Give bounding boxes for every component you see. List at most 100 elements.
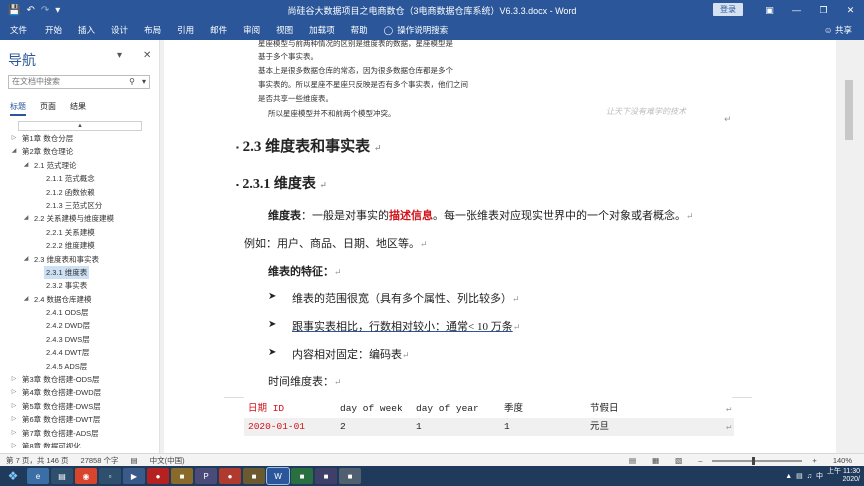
collapse-arrow-icon[interactable]: ◢ bbox=[22, 212, 30, 225]
expand-arrow-icon[interactable]: ▷ bbox=[10, 440, 18, 448]
chrome-icon[interactable]: ◉ bbox=[75, 468, 97, 484]
expand-arrow-icon[interactable]: ▷ bbox=[10, 427, 18, 440]
tab-references[interactable]: 引用 bbox=[169, 20, 202, 40]
app-purple-icon[interactable]: ■ bbox=[315, 468, 337, 484]
nav-tree-item[interactable]: 2.4.1 ODS层 bbox=[0, 306, 160, 319]
zoom-slider-knob[interactable] bbox=[752, 456, 756, 465]
nav-tree-item[interactable]: ◢ 2.4 数据仓库建模 bbox=[0, 293, 160, 306]
nav-tree-item[interactable]: ▷ 第5章 数仓搭建-DWS层 bbox=[0, 400, 160, 413]
minimize-icon[interactable]: — bbox=[783, 0, 810, 20]
login-button[interactable]: 登录 bbox=[713, 3, 743, 16]
nav-tree-item[interactable]: ▷ 第3章 数仓搭建-ODS层 bbox=[0, 373, 160, 386]
scrollbar-thumb[interactable] bbox=[845, 80, 853, 140]
collapse-arrow-icon[interactable]: ◢ bbox=[22, 293, 30, 306]
nav-tree-item[interactable]: 2.4.2 DWD层 bbox=[0, 319, 160, 332]
nav-tree-item[interactable]: 2.2.1 关系建模 bbox=[0, 226, 160, 239]
app-green-icon[interactable]: ■ bbox=[291, 468, 313, 484]
word-count[interactable]: 27858 个字 bbox=[75, 455, 125, 466]
nav-close-icon[interactable]: ✕ bbox=[143, 50, 151, 61]
expand-arrow-icon[interactable]: ▷ bbox=[10, 132, 18, 145]
app-gray-icon[interactable]: ■ bbox=[339, 468, 361, 484]
app-brown-icon[interactable]: ■ bbox=[171, 468, 193, 484]
nav-search-input[interactable]: 在文档中搜索 ⚲ ▾ bbox=[8, 75, 150, 89]
app-yellow-icon[interactable]: ■ bbox=[243, 468, 265, 484]
vertical-scrollbar[interactable] bbox=[836, 40, 864, 453]
zoom-level[interactable]: 140% bbox=[827, 456, 858, 465]
nav-tree-item[interactable]: ◢ 第2章 数仓理论 bbox=[0, 145, 160, 158]
nav-tree-item[interactable]: ◢ 2.3 维度表和事实表 bbox=[0, 253, 160, 266]
proofing-icon[interactable]: ▤ bbox=[124, 456, 143, 465]
word-icon[interactable]: W bbox=[266, 467, 290, 485]
nav-tree-item[interactable]: ▷ 第8章 数据可视化 bbox=[0, 440, 160, 448]
media-icon[interactable]: ▶ bbox=[123, 468, 145, 484]
close-icon[interactable]: ✕ bbox=[837, 0, 864, 20]
tray-expand-icon[interactable]: ▲ bbox=[785, 473, 792, 480]
nav-tree-item[interactable]: ▷ 第4章 数仓搭建-DWD层 bbox=[0, 386, 160, 399]
start-button-icon[interactable]: ❖ bbox=[0, 466, 26, 486]
nav-options-icon[interactable]: ▾ bbox=[117, 50, 122, 61]
tab-mailings[interactable]: 邮件 bbox=[202, 20, 235, 40]
save-icon[interactable]: 💾 bbox=[8, 5, 20, 16]
read-mode-icon[interactable]: ▦ bbox=[646, 456, 665, 465]
language-label[interactable]: 中文(中国) bbox=[144, 455, 191, 466]
scroll-up-icon[interactable]: ▲ bbox=[18, 121, 142, 131]
expand-arrow-icon[interactable]: ▷ bbox=[10, 400, 18, 413]
collapse-arrow-icon[interactable]: ◢ bbox=[22, 253, 30, 266]
zoom-out-icon[interactable]: – bbox=[692, 456, 708, 465]
nav-tree-item[interactable]: ◢ 2.1 范式理论 bbox=[0, 159, 160, 172]
nav-tree-item[interactable]: 2.1.1 范式概念 bbox=[0, 172, 160, 185]
zoom-slider[interactable] bbox=[712, 456, 803, 465]
collapse-arrow-icon[interactable]: ◢ bbox=[10, 145, 18, 158]
tab-results[interactable]: 结果 bbox=[70, 101, 86, 116]
ime-icon[interactable]: 中 bbox=[816, 471, 823, 481]
tab-view[interactable]: 视图 bbox=[268, 20, 301, 40]
tab-addins[interactable]: 加载项 bbox=[301, 20, 343, 40]
nav-tree-item[interactable]: 2.4.3 DWS层 bbox=[0, 333, 160, 346]
app-red-icon[interactable]: ● bbox=[147, 468, 169, 484]
focus-mode-icon[interactable]: ▤ bbox=[623, 456, 642, 465]
nav-tree-item[interactable]: 2.1.2 函数依赖 bbox=[0, 186, 160, 199]
collapse-arrow-icon[interactable]: ◢ bbox=[22, 159, 30, 172]
redo-icon[interactable]: ↷ bbox=[41, 5, 49, 16]
chevron-down-icon[interactable]: ▾ bbox=[142, 76, 146, 88]
undo-icon[interactable]: ↶ bbox=[26, 5, 34, 16]
zoom-in-icon[interactable]: + bbox=[806, 456, 822, 465]
expand-arrow-icon[interactable]: ▷ bbox=[10, 386, 18, 399]
tab-home[interactable]: 开始 bbox=[37, 20, 70, 40]
expand-arrow-icon[interactable]: ▷ bbox=[10, 413, 18, 426]
ie-icon[interactable]: e bbox=[27, 468, 49, 484]
nav-tree-item[interactable]: 2.3.2 事实表 bbox=[0, 279, 160, 292]
nav-tree-item[interactable]: 2.4.5 ADS层 bbox=[0, 360, 160, 373]
tab-insert[interactable]: 插入 bbox=[70, 20, 103, 40]
tab-help[interactable]: 帮助 bbox=[343, 20, 376, 40]
nav-tree-item[interactable]: ▷ 第1章 数仓分层 bbox=[0, 132, 160, 145]
nav-tree-item[interactable]: 2.4.4 DWT层 bbox=[0, 346, 160, 359]
tab-pages[interactable]: 页面 bbox=[40, 101, 56, 116]
ribbon-display-icon[interactable]: ▣ bbox=[756, 0, 783, 20]
tab-file[interactable]: 文件 bbox=[0, 20, 38, 40]
restore-icon[interactable]: ❐ bbox=[810, 0, 837, 20]
tab-layout[interactable]: 布局 bbox=[136, 20, 169, 40]
customize-qat-icon[interactable]: ▾ bbox=[55, 5, 60, 16]
tab-design[interactable]: 设计 bbox=[103, 20, 136, 40]
tell-me-search[interactable]: ◯ 操作说明搜索 bbox=[376, 20, 457, 40]
nav-tree-item[interactable]: 2.2.2 维度建模 bbox=[0, 239, 160, 252]
explorer-icon[interactable]: ▤ bbox=[51, 468, 73, 484]
print-layout-icon[interactable]: ▧ bbox=[669, 456, 688, 465]
tab-headings[interactable]: 标题 bbox=[10, 101, 26, 116]
volume-icon[interactable]: ♫ bbox=[807, 473, 812, 480]
nav-tree-item[interactable]: ◢ 2.2 关系建模与维度建模 bbox=[0, 212, 160, 225]
nav-tree-item[interactable]: ▷ 第6章 数仓搭建-DWT层 bbox=[0, 413, 160, 426]
nav-tree-item[interactable]: ▷ 第7章 数仓搭建-ADS层 bbox=[0, 427, 160, 440]
share-button[interactable]: ☺ 共享 bbox=[824, 20, 852, 40]
expand-arrow-icon[interactable]: ▷ bbox=[10, 373, 18, 386]
network-icon[interactable]: ▤ bbox=[796, 472, 803, 480]
page-count[interactable]: 第 7 页，共 146 页 bbox=[0, 455, 75, 466]
search-icon[interactable]: ⚲ bbox=[129, 76, 135, 88]
nav-tree-item[interactable]: 2.1.3 三范式区分 bbox=[0, 199, 160, 212]
tab-review[interactable]: 审阅 bbox=[235, 20, 268, 40]
clock[interactable]: 上午 11:30 2020/ bbox=[827, 468, 860, 484]
powerpoint-icon[interactable]: P bbox=[195, 468, 217, 484]
nav-tree-item[interactable]: 2.3.1 维度表 bbox=[0, 265, 160, 280]
folder-icon[interactable]: ▫ bbox=[99, 468, 121, 484]
